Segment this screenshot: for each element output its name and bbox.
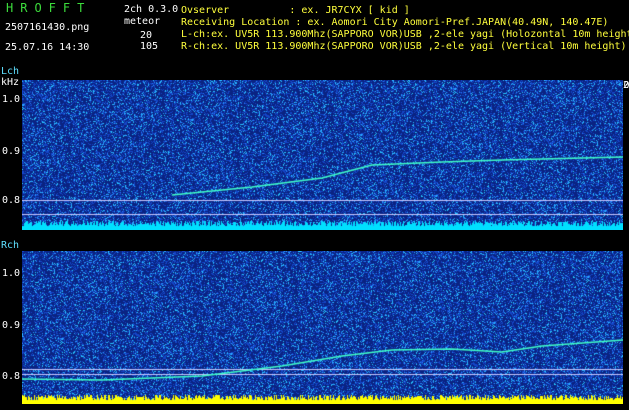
lch-ytick-1: 1.0 (1, 94, 20, 105)
lch-info: L-ch:ex. UV5R 113.900Mhz(SAPPORO VOR)USB… (181, 29, 629, 40)
time-tick-label-end: 2 (623, 80, 629, 91)
lch-ytick-2: 0.9 (1, 146, 20, 157)
receiving-location: Receiving Location : ex. Aomori City Aom… (181, 17, 609, 28)
rch-ytick-1: 1.0 (1, 268, 20, 279)
datetime: 25.07.16 14:30 (5, 42, 90, 53)
unit-label: kHz (1, 77, 20, 88)
rch-canvas (22, 251, 623, 404)
observer: Ovserver : ex. JR7CYX [ kid ] (181, 5, 410, 16)
rch-ytick-3: 0.8 (1, 371, 20, 382)
lch-canvas (22, 80, 623, 230)
lch-spectrogram (22, 80, 623, 230)
rch-spectrogram (22, 251, 623, 404)
meteor-count-l: 20 (140, 30, 153, 41)
app-brand: HROFFT (6, 1, 92, 15)
lch-label: Lch (1, 66, 20, 77)
mode-label: 2ch 0.3.0 (124, 4, 179, 15)
filename: 2507161430.png (5, 22, 90, 33)
rch-label: Rch (1, 240, 20, 251)
meteor-label: meteor (124, 16, 161, 27)
lch-ytick-3: 0.8 (1, 195, 20, 206)
rch-info: R-ch:ex. UV5R 113.900Mhz(SAPPORO VOR)USB… (181, 41, 627, 52)
meteor-count-r: 105 (140, 41, 159, 52)
rch-ytick-2: 0.9 (1, 320, 20, 331)
